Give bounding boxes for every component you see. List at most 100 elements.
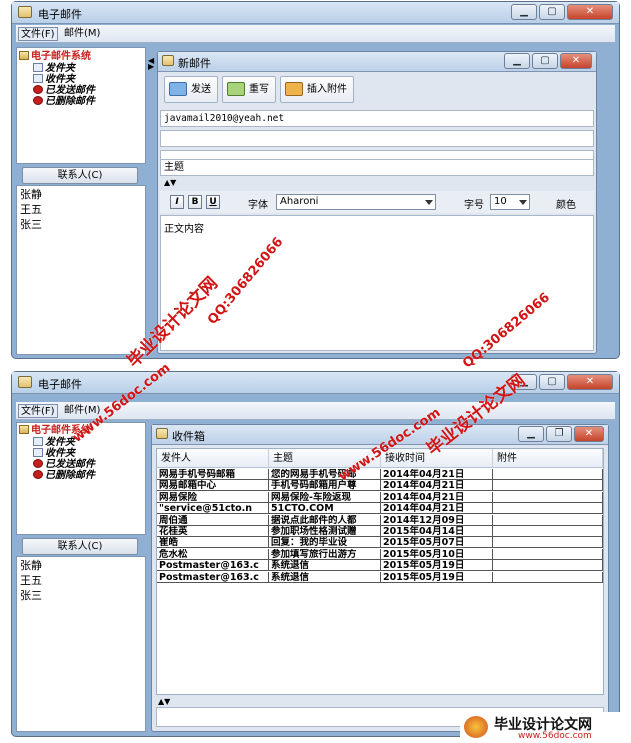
table-row[interactable]: Postmaster@163.c 系统退信 2015年05月19日 (157, 571, 607, 583)
top-folder-tree-panel: 电子邮件系统 发件夹 收件夹 已发送邮件 已删除邮件 (16, 47, 146, 164)
table-cell: 据说点此邮件的人都 (269, 514, 381, 526)
table-cell: Postmaster@163.c (157, 560, 269, 572)
compose-splitter-arrows[interactable]: ▲▼ (164, 179, 176, 187)
table-cell: 2014年04月21日 (381, 469, 493, 480)
table-cell: 参加填写旅行出游方 (269, 548, 381, 560)
compose-titlebar[interactable]: 新邮件 ▁ ▢ ✕ (158, 52, 596, 72)
format-toolbar: I B U 字体 Aharoni 字号 10 颜色 (160, 191, 594, 213)
tree-item-deleted[interactable]: 已删除邮件 (33, 470, 95, 481)
italic-button[interactable]: I (170, 195, 184, 209)
tree-item-outbox[interactable]: 发件夹 (33, 63, 75, 74)
inbox-window: 收件箱 ▁ ❐ ✕ 发件人 主题 接收时间 附件 网易手机号码邮箱 您的网易手机号… (151, 424, 609, 732)
table-row[interactable]: "service@51cto.n 51CTO.COM 2014年04月21日 (157, 503, 607, 515)
close-button[interactable]: ✕ (567, 374, 613, 390)
table-cell: 花桂英 (157, 526, 269, 537)
deleted-icon (33, 470, 43, 479)
menu-file[interactable]: 文件(F) (18, 404, 58, 418)
table-cell: 崔皓 (157, 537, 269, 549)
footer-url: www.56doc.com (518, 731, 592, 741)
table-row[interactable]: 周伯通 据说点此邮件的人都 2014年12月09日 (157, 514, 607, 526)
tree-item-inbox[interactable]: 收件夹 (33, 74, 75, 85)
footer-logo: 毕业设计论文网 www.56doc.com (460, 712, 631, 743)
contact-item[interactable]: 张三 (20, 218, 42, 231)
bottom-window-titlebar[interactable]: 电子邮件 ▁ ▢ ✕ (12, 372, 619, 394)
table-row[interactable]: 网易手机号码邮箱 您的网易手机号码邮 2014年04月21日 (157, 469, 607, 480)
tree-item-inbox[interactable]: 收件夹 (33, 448, 75, 459)
send-icon (169, 82, 187, 96)
tree-root[interactable]: 电子邮件系统 (19, 51, 91, 62)
compose-icon (162, 55, 174, 66)
menu-file[interactable]: 文件(F) (18, 27, 58, 41)
inbox-close-button[interactable]: ✕ (574, 426, 604, 442)
column-header-attachment[interactable]: 附件 (493, 449, 603, 468)
font-label: 字体 (248, 200, 268, 211)
compose-close-button[interactable]: ✕ (560, 53, 592, 69)
attach-button[interactable]: 插入附件 (280, 76, 354, 103)
bold-button[interactable]: B (188, 195, 202, 209)
rewrite-button[interactable]: 重写 (222, 76, 276, 103)
underline-button[interactable]: U (206, 195, 220, 209)
maximize-button[interactable]: ▢ (539, 374, 565, 390)
app-icon (18, 6, 32, 18)
table-cell (493, 526, 603, 537)
table-cell (493, 480, 603, 492)
table-cell (493, 537, 603, 549)
table-cell: 系统退信 (269, 560, 381, 572)
table-cell: Postmaster@163.c (157, 571, 269, 583)
top-splitter-arrows[interactable]: ◀ ▶ (148, 57, 154, 71)
contact-item[interactable]: 王五 (20, 574, 42, 587)
table-row[interactable]: 网易邮箱中心 手机号码邮箱用户尊 2014年04月21日 (157, 480, 607, 492)
cc-field[interactable] (160, 130, 594, 147)
table-row[interactable]: 崔皓 回复：我的毕业设 2015年05月07日 (157, 537, 607, 549)
minimize-button[interactable]: ▁ (511, 4, 537, 20)
deleted-icon (33, 96, 43, 105)
top-window-titlebar[interactable]: 电子邮件 ▁ ▢ ✕ (12, 2, 619, 24)
close-button[interactable]: ✕ (567, 4, 613, 20)
column-header-sender[interactable]: 发件人 (157, 449, 269, 468)
contact-item[interactable]: 张静 (20, 188, 42, 201)
contacts-button[interactable]: 联系人(C) (22, 167, 138, 184)
table-cell: 2015年05月19日 (381, 571, 493, 583)
tree-item-outbox[interactable]: 发件夹 (33, 437, 75, 448)
inbox-title: 收件箱 (172, 430, 205, 443)
subject-field[interactable]: 主题 (160, 159, 594, 176)
maximize-button[interactable]: ▢ (539, 4, 565, 20)
contact-item[interactable]: 张三 (20, 589, 42, 602)
mail-system-icon (19, 425, 29, 434)
table-cell: 2015年05月19日 (381, 560, 493, 572)
table-row[interactable]: 危水松 参加填写旅行出游方 2015年05月10日 (157, 548, 607, 560)
compose-maximize-button[interactable]: ▢ (532, 53, 558, 69)
chevron-down-icon (425, 200, 433, 205)
menu-mail[interactable]: 邮件(M) (62, 27, 102, 41)
body-editor[interactable]: 正文内容 (160, 215, 594, 351)
table-row[interactable]: 网易保险 网易保险-车险返现 2014年04月21日 (157, 491, 607, 503)
inbox-splitter-arrows[interactable]: ▲▼ (158, 698, 170, 706)
rewrite-icon (227, 82, 245, 96)
tree-item-sent[interactable]: 已发送邮件 (33, 459, 95, 470)
table-row[interactable]: Postmaster@163.c 系统退信 2015年05月19日 (157, 560, 607, 572)
contact-item[interactable]: 张静 (20, 559, 42, 572)
mail-system-icon (19, 51, 29, 60)
compose-title: 新邮件 (178, 57, 211, 70)
contacts-button[interactable]: 联系人(C) (22, 538, 138, 555)
tree-item-deleted[interactable]: 已删除邮件 (33, 96, 95, 107)
table-cell: 2014年04月21日 (381, 491, 493, 503)
size-select[interactable]: 10 (490, 194, 530, 210)
inbox-window-icon (156, 428, 168, 439)
inbox-minimize-button[interactable]: ▁ (518, 426, 544, 442)
table-row[interactable]: 花桂英 参加职场性格测试赠 2015年04月14日 (157, 526, 607, 537)
send-button[interactable]: 发送 (164, 76, 218, 103)
bottom-window-title: 电子邮件 (38, 378, 82, 391)
font-select[interactable]: Aharoni (276, 194, 436, 210)
table-cell: 系统退信 (269, 571, 381, 583)
tree-item-sent[interactable]: 已发送邮件 (33, 85, 95, 96)
table-cell (493, 491, 603, 503)
sent-icon (33, 459, 43, 468)
outbox-icon (33, 437, 43, 446)
to-field[interactable]: javamail2010@yeah.net (160, 110, 594, 127)
contact-item[interactable]: 王五 (20, 203, 42, 216)
inbox-icon (33, 74, 43, 83)
inbox-restore-button[interactable]: ❐ (546, 426, 572, 442)
table-cell: 网易保险 (157, 491, 269, 503)
compose-minimize-button[interactable]: ▁ (504, 53, 530, 69)
